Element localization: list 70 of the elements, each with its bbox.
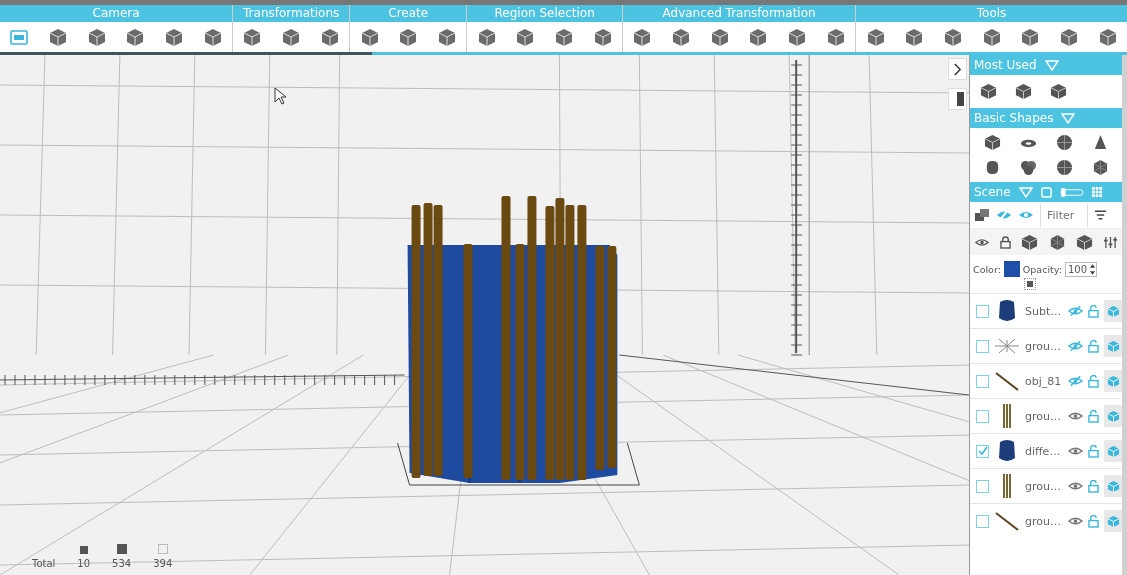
spinner-arrows-icon[interactable] bbox=[1089, 262, 1096, 276]
layer-row[interactable]: grou… bbox=[970, 503, 1122, 538]
material-button[interactable] bbox=[1024, 278, 1036, 290]
opacity-spinner[interactable]: 100 bbox=[1064, 261, 1097, 277]
cube-icon[interactable] bbox=[1021, 233, 1039, 251]
mouse-cursor-icon bbox=[274, 87, 286, 105]
section-header: Region Selection bbox=[467, 5, 623, 22]
chevron-right-icon bbox=[953, 62, 962, 76]
layer-row[interactable]: grou… bbox=[970, 398, 1122, 433]
layer-name: diffe… bbox=[1025, 444, 1062, 458]
panel-toggle-button[interactable] bbox=[948, 88, 967, 110]
layer-name: grou… bbox=[1025, 339, 1062, 353]
section-header: Advanced Transformation bbox=[623, 5, 856, 22]
polyhedron-icon[interactable] bbox=[1091, 159, 1109, 176]
layer-row[interactable]: Subt… bbox=[970, 293, 1122, 328]
lock-icon[interactable] bbox=[999, 235, 1011, 249]
sphere-icon[interactable] bbox=[1055, 134, 1073, 151]
square-icon bbox=[116, 544, 127, 554]
cube-icon[interactable] bbox=[980, 83, 997, 100]
filter-icon[interactable] bbox=[1094, 209, 1107, 221]
checkbox[interactable] bbox=[976, 479, 989, 493]
eye-icon[interactable] bbox=[975, 236, 990, 248]
panel-title: Basic Shapes bbox=[974, 111, 1054, 125]
scrollbar[interactable] bbox=[1122, 55, 1127, 575]
checkbox[interactable] bbox=[976, 514, 989, 528]
eye-icon[interactable] bbox=[1068, 445, 1083, 457]
layer-row[interactable]: obj_81 bbox=[970, 363, 1122, 398]
layer-row[interactable]: diffe… bbox=[970, 433, 1122, 468]
wireframe-cube-icon[interactable] bbox=[1048, 233, 1066, 251]
layer-name: grou… bbox=[1025, 514, 1062, 528]
cube-icon[interactable] bbox=[983, 134, 1001, 151]
eye-icon[interactable] bbox=[1068, 515, 1083, 527]
cube-icon[interactable] bbox=[1050, 83, 1067, 100]
checkbox[interactable] bbox=[976, 444, 989, 458]
layer-name: grou… bbox=[1025, 479, 1062, 493]
eye-icon[interactable] bbox=[1068, 410, 1083, 422]
section-header: Transformations bbox=[233, 5, 350, 22]
eye-icon[interactable] bbox=[1068, 480, 1083, 492]
panel-title: Most Used bbox=[974, 58, 1037, 72]
cube-icon[interactable] bbox=[1015, 83, 1032, 100]
toggle-icon[interactable] bbox=[1059, 186, 1084, 198]
layer-name: obj_81 bbox=[1025, 374, 1063, 388]
section-header: Camera bbox=[0, 5, 233, 22]
section-header: Create bbox=[350, 5, 467, 22]
layers-icon[interactable] bbox=[974, 208, 990, 222]
3d-viewport[interactable]: Total 10 534 394 bbox=[0, 55, 969, 575]
checkbox[interactable] bbox=[976, 409, 989, 423]
sphere-icon[interactable] bbox=[1055, 159, 1073, 176]
cube-icon[interactable] bbox=[1076, 233, 1094, 251]
layer-row[interactable]: grou… bbox=[970, 328, 1122, 363]
filter-field[interactable]: Filter bbox=[1040, 203, 1088, 227]
layer-name: grou… bbox=[1025, 409, 1062, 423]
section-header: Tools bbox=[856, 5, 1127, 22]
color-swatch[interactable] bbox=[1003, 261, 1020, 277]
square-icon bbox=[79, 546, 88, 554]
layer-name: Subt… bbox=[1025, 304, 1063, 318]
sliders-icon[interactable] bbox=[1103, 235, 1117, 249]
checkbox[interactable] bbox=[976, 374, 989, 388]
outline-square-icon bbox=[157, 544, 168, 554]
checkbox[interactable] bbox=[976, 339, 989, 353]
stats-count: 534 bbox=[112, 558, 132, 569]
layer-row[interactable]: grou… bbox=[970, 468, 1122, 503]
color-label: Color: bbox=[973, 263, 1001, 275]
panel-title: Scene bbox=[974, 185, 1011, 199]
opacity-label: Opacity: bbox=[1022, 263, 1062, 275]
collapse-panel-button[interactable] bbox=[948, 58, 967, 80]
checkbox[interactable] bbox=[976, 304, 989, 318]
stats-count: 10 bbox=[77, 558, 91, 569]
stats-label: Total bbox=[32, 558, 56, 569]
stats-count: 394 bbox=[153, 558, 173, 569]
